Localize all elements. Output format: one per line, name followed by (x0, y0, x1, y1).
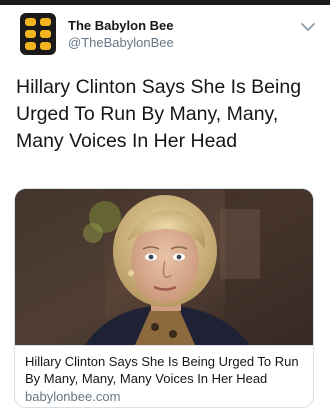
tweet-text: Hillary Clinton Says She Is Being Urged … (16, 76, 302, 152)
babylon-bee-logo-icon[interactable] (16, 12, 60, 56)
card-image[interactable] (15, 189, 313, 345)
card-title[interactable]: Hillary Clinton Says She Is Being Urged … (25, 353, 305, 387)
account-names: The Babylon Bee @TheBabylonBee (68, 18, 174, 50)
top-bar (0, 0, 330, 5)
card-body[interactable]: Hillary Clinton Says She Is Being Urged … (15, 345, 313, 407)
chevron-down-icon[interactable] (300, 20, 316, 32)
link-card[interactable]: Hillary Clinton Says She Is Being Urged … (14, 188, 314, 408)
card-domain: babylonbee.com (25, 389, 121, 404)
tweet-header: The Babylon Bee @TheBabylonBee (14, 12, 318, 58)
display-name[interactable]: The Babylon Bee (68, 18, 174, 33)
account-handle[interactable]: @TheBabylonBee (68, 35, 174, 50)
